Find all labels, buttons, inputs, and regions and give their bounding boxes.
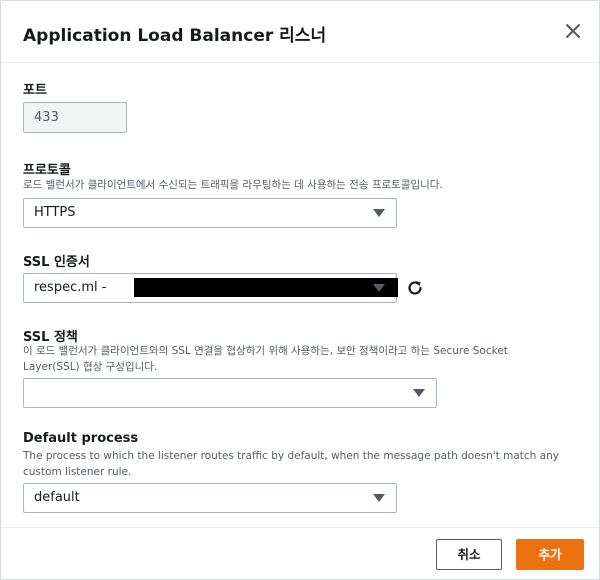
ssl-certificate-select[interactable]: respec.ml - [23, 273, 398, 303]
default-process-label: Default process [23, 431, 139, 446]
caret-down-icon [413, 389, 425, 397]
port-input[interactable]: 433 [23, 102, 127, 133]
dialog-footer [1, 527, 599, 579]
protocol-description: 로드 밸런서가 클라이언트에서 수신되는 트래픽을 라우팅하는 데 사용하는 전… [23, 179, 443, 191]
caret-down-icon [373, 209, 385, 217]
ssl-policy-description: 이 로드 밸런서가 클라이언트와의 SSL 연결을 협상하기 위해 사용하는, … [23, 345, 508, 373]
caret-down-icon [373, 494, 385, 502]
ssl-policy-select[interactable] [23, 378, 437, 408]
default-process-value: default [34, 490, 80, 505]
protocol-select-value: HTTPS [34, 205, 76, 220]
redacted-block [134, 278, 398, 297]
cancel-button[interactable]: 취소 [436, 539, 502, 570]
caret-down-icon [373, 284, 385, 292]
listener-dialog: Application Load Balancer 리스너 포트 433 프로토… [0, 0, 600, 580]
dialog-title: Application Load Balancer 리스너 [23, 26, 327, 46]
protocol-label: 프로토콜 [23, 163, 71, 178]
refresh-icon[interactable] [405, 278, 425, 298]
default-process-description: The process to which the listener routes… [23, 450, 559, 478]
close-icon[interactable] [563, 21, 583, 41]
ssl-certificate-label: SSL 인증서 [23, 255, 90, 270]
protocol-select[interactable]: HTTPS [23, 198, 397, 228]
add-button[interactable]: 추가 [516, 539, 584, 570]
dialog-header: Application Load Balancer 리스너 [1, 1, 599, 63]
port-label: 포트 [23, 83, 47, 98]
default-process-select[interactable]: default [23, 483, 397, 513]
ssl-certificate-value: respec.ml - [34, 280, 107, 295]
